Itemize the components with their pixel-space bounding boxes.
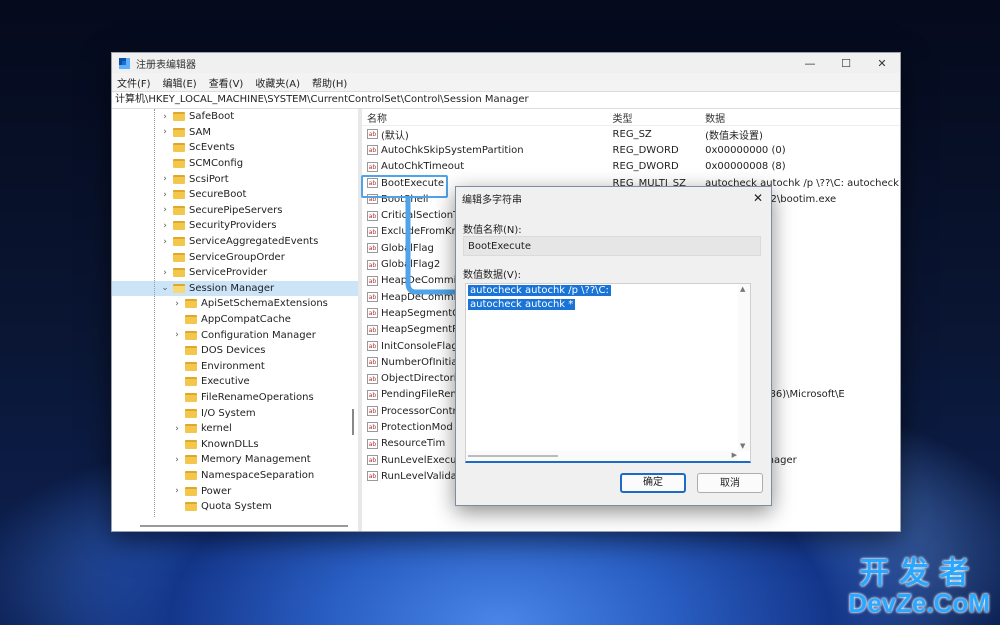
horizontal-scroll-thumb[interactable] <box>468 455 558 457</box>
edit-multi-string-dialog: 编辑多字符串 ✕ 数值名称(N): BootExecute 数值数据(V): a… <box>455 186 772 506</box>
devze-watermark: 开发者 DevZe.CoM <box>848 556 990 618</box>
data-line-2: autocheck autochk * <box>468 299 576 310</box>
value-data-textarea[interactable]: autocheck autochk /p \??\C: autocheck au… <box>465 283 751 463</box>
cancel-button[interactable]: 取消 <box>697 473 763 493</box>
dialog-title: 编辑多字符串 <box>462 194 522 206</box>
dialog-close-button[interactable]: ✕ <box>745 191 771 205</box>
data-line-1: autocheck autochk /p \??\C: <box>468 285 611 296</box>
watermark-cn: 开发者 <box>859 556 980 591</box>
arrow-line <box>405 196 458 295</box>
value-name-label: 数值名称(N): <box>463 225 522 236</box>
watermark-en: DevZe.CoM <box>848 588 990 618</box>
ok-button[interactable]: 确定 <box>620 473 686 493</box>
data-horizontal-scrollbar[interactable]: ▶ <box>466 451 738 461</box>
value-data-label: 数值数据(V): <box>463 270 522 281</box>
data-vertical-scrollbar[interactable]: ▲ ▼ <box>738 284 750 451</box>
value-name-field: BootExecute <box>463 236 761 256</box>
dialog-title-bar: 编辑多字符串 ✕ <box>456 187 771 209</box>
